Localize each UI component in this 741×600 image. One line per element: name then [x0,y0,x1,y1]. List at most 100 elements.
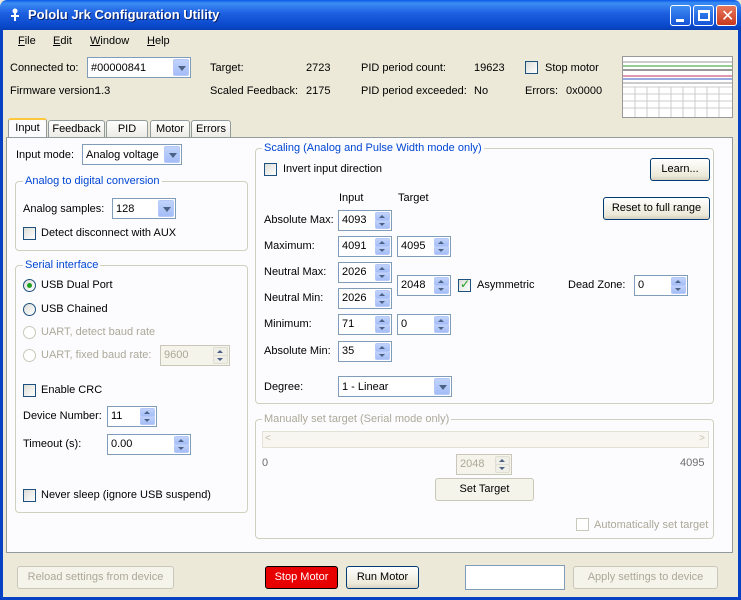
manual-target-spinner[interactable]: 2048 [456,454,512,475]
maximize-button[interactable] [693,5,714,26]
device-select[interactable]: #00000841 [87,57,191,78]
spin-down-icon[interactable] [495,464,510,473]
learn-button[interactable]: Learn... [650,158,710,181]
tab-motor[interactable]: Motor [150,120,190,137]
detect-disconnect-label: Detect disconnect with AUX [41,227,177,239]
neutral-target-value: 2048 [401,279,426,291]
minimum-label: Minimum: [264,318,312,330]
pid-count-label: PID period count: [361,62,446,74]
spin-down-icon[interactable] [375,220,390,229]
set-target-button[interactable]: Set Target [435,478,534,501]
menu-window[interactable]: Window [90,35,129,47]
chevron-down-icon[interactable] [434,378,450,395]
neutral-max-spinner[interactable]: 2026 [338,262,392,283]
neutral-target-spinner[interactable]: 2048 [397,275,451,296]
neutral-max-value: 2026 [342,266,367,278]
uart-detect-radio[interactable] [23,326,36,339]
minimize-icon [676,19,684,22]
asymmetric-checkbox[interactable] [458,277,471,292]
abs-min-spinner[interactable]: 35 [338,341,392,362]
usb-dual-radio[interactable] [23,279,36,292]
device-value: #00000841 [91,62,147,74]
neutral-max-label: Neutral Max: [264,266,327,278]
analog-samples-value: 128 [116,203,135,215]
abs-max-spinner[interactable]: 4093 [338,210,392,231]
input-column-header: Input [339,192,364,204]
spin-down-icon[interactable] [375,272,390,281]
pid-exceeded-value: No [474,85,489,97]
chevron-down-icon[interactable] [158,200,174,217]
dead-zone-label: Dead Zone: [568,279,626,291]
status-box [465,565,565,590]
abs-min-label: Absolute Min: [264,345,331,357]
close-button[interactable]: ✕ [716,5,737,26]
mini-graph[interactable] [622,56,733,118]
reset-full-range-button[interactable]: Reset to full range [603,197,710,220]
neutral-min-spinner[interactable]: 2026 [338,288,392,309]
chevron-left-icon[interactable]: < [265,433,271,444]
usb-chained-radio[interactable] [23,303,36,316]
spin-down-icon[interactable] [375,324,390,333]
run-motor-button[interactable]: Run Motor [346,566,419,589]
device-number-spinner[interactable]: 11 [107,406,157,427]
uart-fixed-radio[interactable] [23,349,36,362]
spin-down-icon[interactable] [434,324,449,333]
tab-input[interactable]: Input [8,118,47,139]
target-label: Target: [210,62,244,74]
invert-input-label: Invert input direction [283,163,383,175]
degree-select[interactable]: 1 - Linear [338,376,452,397]
firmware-label: Firmware version: [10,85,98,97]
spin-down-icon[interactable] [434,246,449,255]
minimize-button[interactable] [670,5,691,26]
device-number-label: Device Number: [23,410,102,422]
spin-down-icon[interactable] [375,351,390,360]
analog-samples-select[interactable]: 128 [112,198,176,219]
spin-down-icon[interactable] [140,416,155,425]
tab-pid[interactable]: PID [106,120,148,137]
enable-crc-checkbox[interactable] [23,384,36,397]
chevron-right-icon[interactable]: > [699,433,705,444]
reload-settings-button[interactable]: Reload settings from device [17,566,174,589]
min-input-value: 71 [342,318,355,330]
spin-down-icon[interactable] [375,298,390,307]
spin-down-icon[interactable] [671,285,686,294]
chevron-down-icon[interactable] [164,146,180,163]
dead-zone-spinner[interactable]: 0 [634,275,688,296]
pid-count-value: 19623 [474,62,505,74]
asymmetric-label: Asymmetric [477,279,535,291]
errors-value: 0x0000 [566,85,603,97]
abs-max-value: 4093 [342,214,367,226]
menu-edit[interactable]: Edit [53,35,72,47]
tab-errors[interactable]: Errors [191,120,231,137]
pid-exceeded-label: PID period exceeded: [361,85,467,97]
spin-down-icon[interactable] [213,355,228,364]
max-input-spinner[interactable]: 4091 [338,236,392,257]
spin-down-icon[interactable] [174,444,189,453]
adc-group-title: Analog to digital conversion [23,175,162,187]
target-slider[interactable]: < > [262,431,709,448]
menu-file[interactable]: File [18,35,36,47]
stop-motor-checkbox[interactable] [525,61,538,74]
manual-target-group-title: Manually set target (Serial mode only) [262,413,452,425]
min-target-spinner[interactable]: 0 [397,314,451,335]
neutral-min-value: 2026 [342,292,367,304]
never-sleep-checkbox[interactable] [23,489,36,502]
apply-settings-button[interactable]: Apply settings to device [573,566,718,589]
invert-input-checkbox[interactable] [264,163,277,176]
close-icon: ✕ [721,8,735,25]
input-mode-select[interactable]: Analog voltage [82,144,182,165]
tab-feedback[interactable]: Feedback [48,120,105,137]
stop-motor-button[interactable]: Stop Motor [265,566,338,589]
auto-set-target-checkbox[interactable] [576,518,589,531]
menu-help[interactable]: Help [147,35,170,47]
min-input-spinner[interactable]: 71 [338,314,392,335]
baud-rate-spinner[interactable]: 9600 [160,345,230,366]
timeout-spinner[interactable]: 0.00 [107,434,191,455]
chevron-down-icon[interactable] [173,59,189,76]
scaling-group-title: Scaling (Analog and Pulse Width mode onl… [262,142,484,154]
spin-down-icon[interactable] [434,285,449,294]
max-target-spinner[interactable]: 4095 [397,236,451,257]
slider-min-label: 0 [262,457,269,469]
detect-disconnect-checkbox[interactable] [23,227,36,240]
spin-down-icon[interactable] [375,246,390,255]
